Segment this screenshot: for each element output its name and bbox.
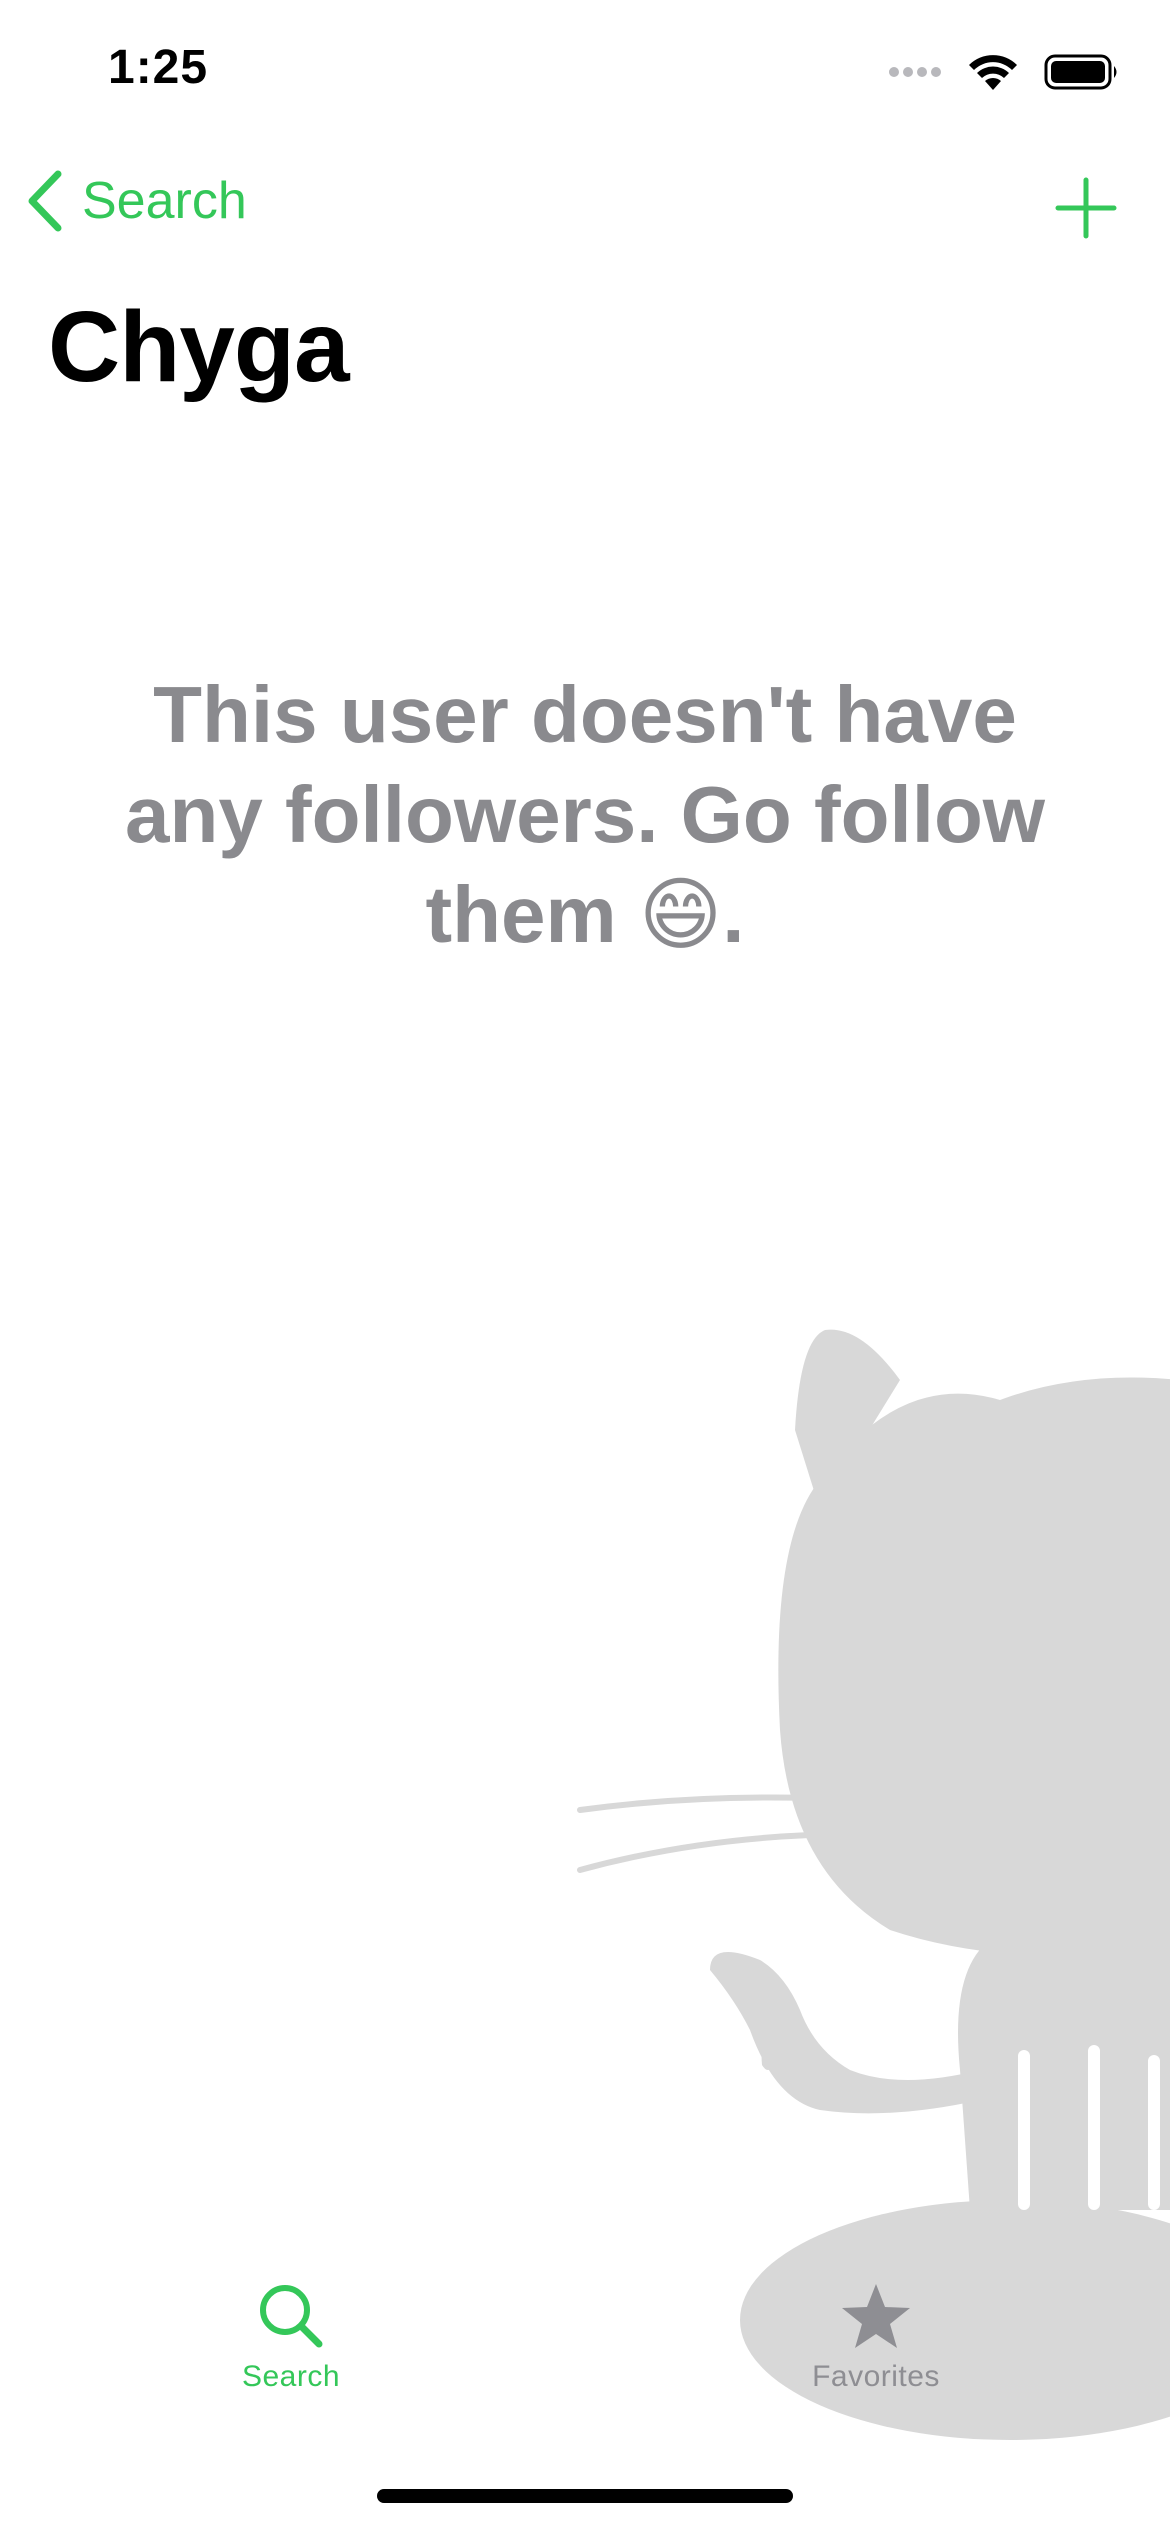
- status-icons: [888, 52, 1120, 92]
- status-time: 1:25: [108, 41, 209, 94]
- add-favorite-button[interactable]: [1054, 176, 1118, 240]
- tab-search-label: Search: [241, 2360, 341, 2393]
- back-button[interactable]: Search: [24, 170, 247, 232]
- tab-favorites[interactable]: Favorites: [756, 2280, 996, 2394]
- signal-icon: [889, 67, 941, 77]
- app-screen: 1:25 Search Chyga This user doesn't have…: [0, 0, 1170, 2532]
- empty-state-message: This user doesn't have any followers. Go…: [124, 670, 1046, 959]
- page-title: Chyga: [48, 291, 350, 403]
- plus-icon: [1055, 177, 1117, 239]
- search-icon: [260, 2285, 323, 2348]
- back-button-label: Search: [82, 172, 247, 230]
- tab-search[interactable]: Search: [171, 2280, 411, 2394]
- star-icon: [842, 2284, 910, 2348]
- wifi-icon: [969, 55, 1017, 90]
- battery-icon: [1044, 54, 1117, 90]
- tab-favorites-label: Favorites: [812, 2360, 940, 2393]
- home-indicator[interactable]: [377, 2489, 793, 2503]
- chevron-left-icon: [28, 170, 62, 232]
- tab-bar: Search Favorites: [0, 2280, 1170, 2480]
